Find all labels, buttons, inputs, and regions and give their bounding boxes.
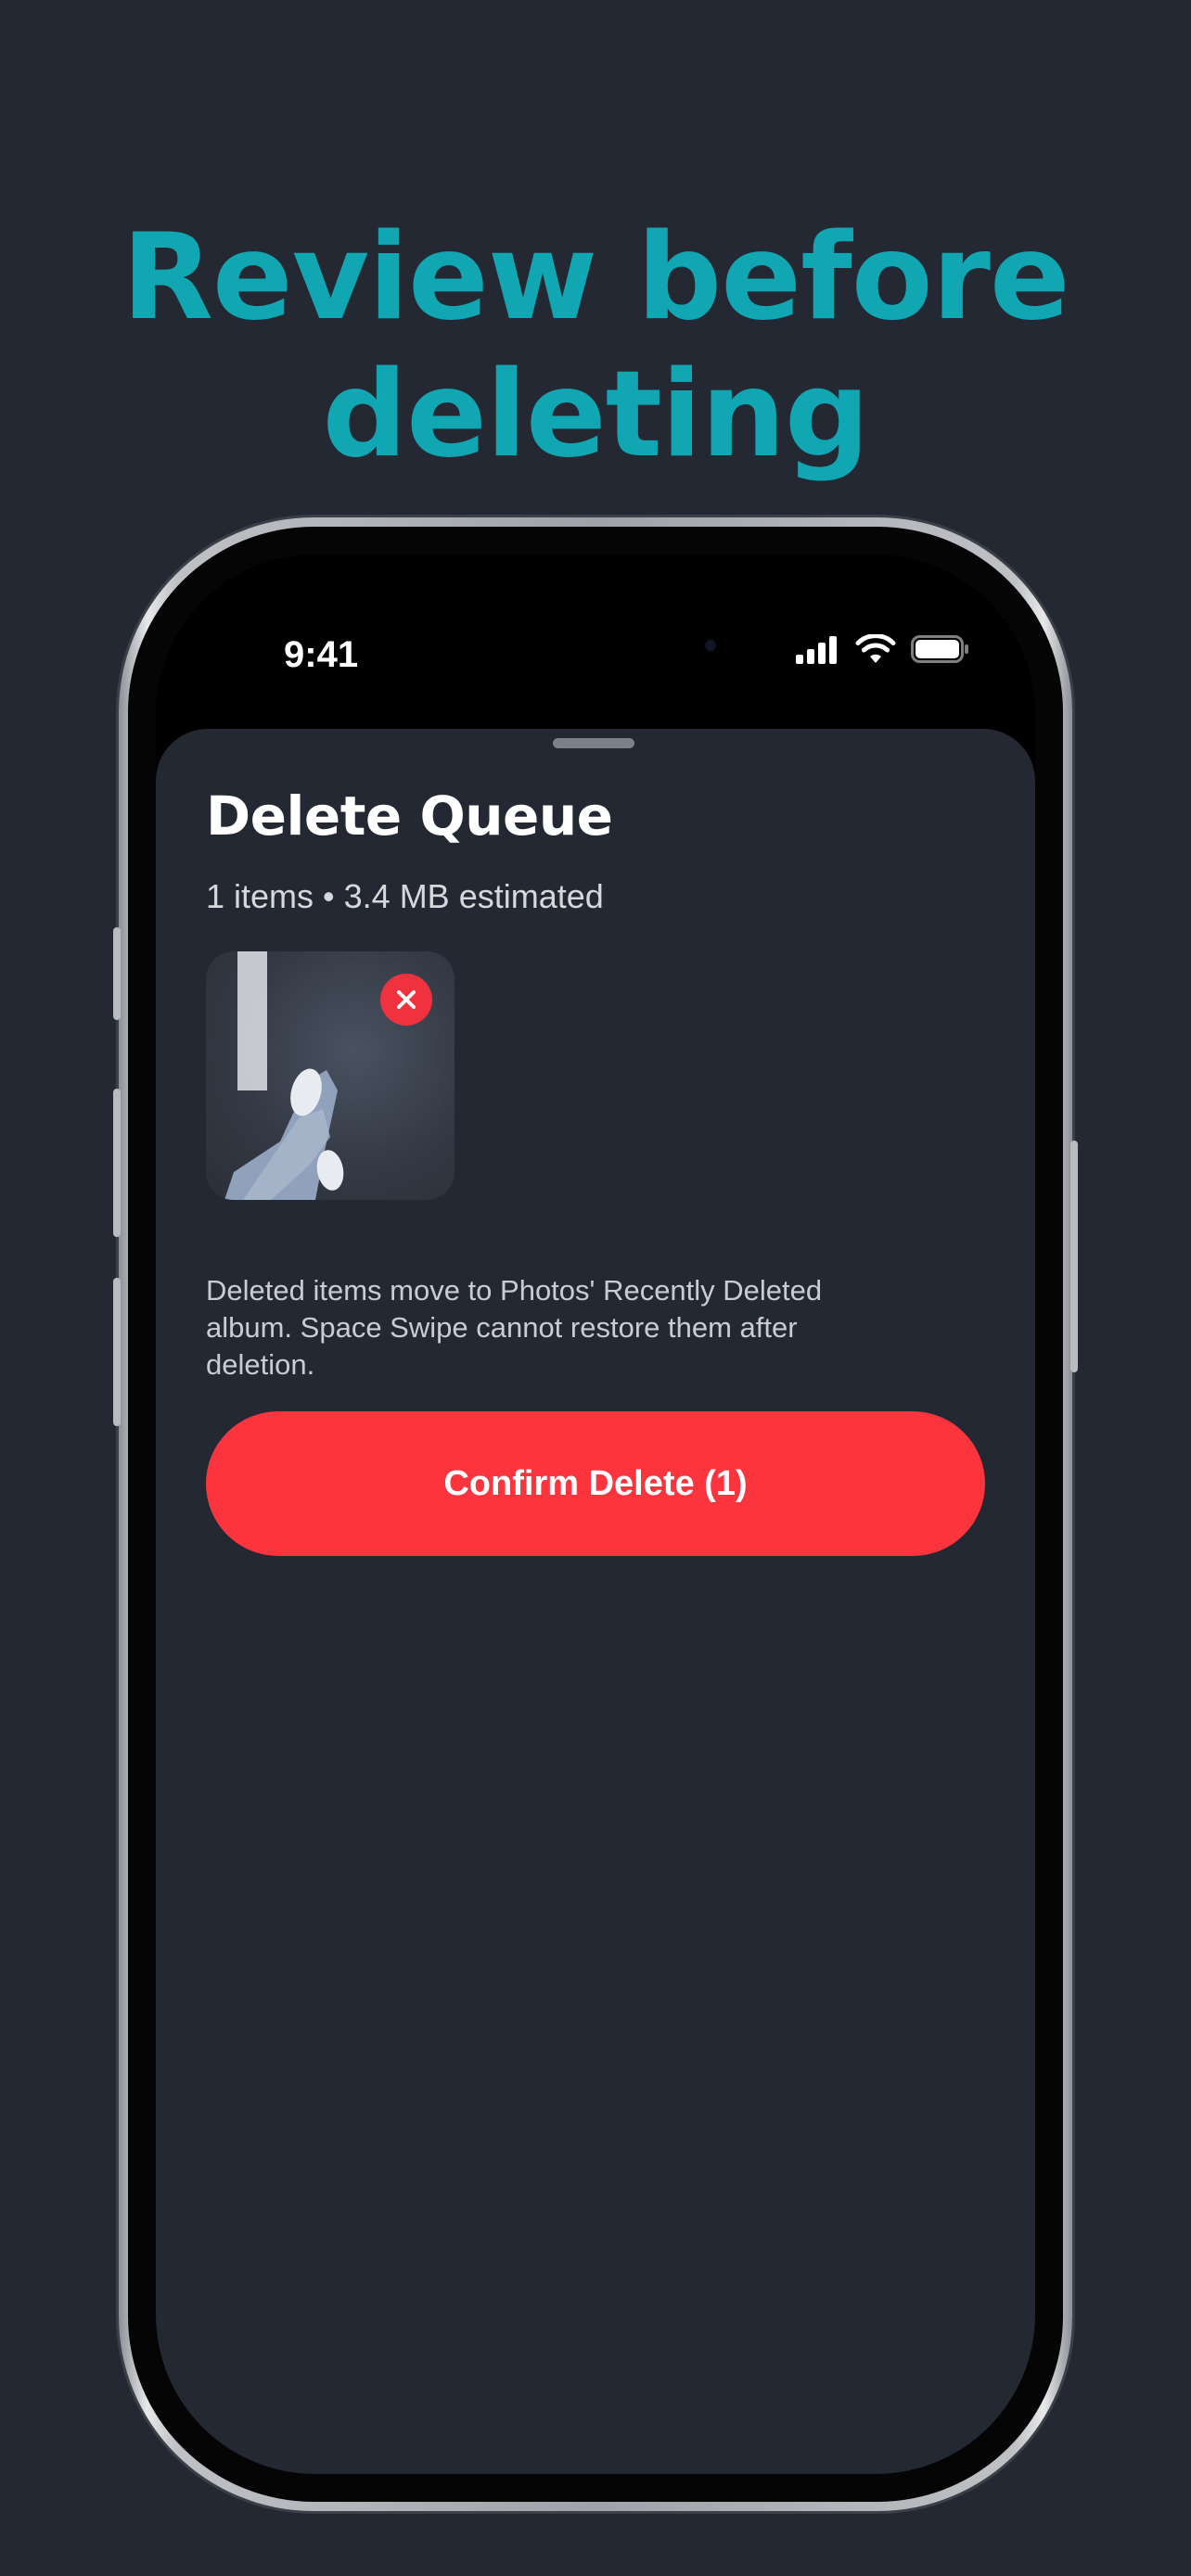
camera-dot <box>705 640 716 651</box>
queued-photo-thumbnail[interactable] <box>206 951 455 1200</box>
sheet-grabber[interactable] <box>553 738 634 748</box>
phone-screen: 9:41 Delete Queue 1 items • 3.4 MB estim… <box>156 555 1035 2474</box>
headline: Review before deleting <box>0 208 1191 484</box>
close-icon <box>397 990 416 1009</box>
dynamic-island <box>484 608 740 684</box>
power-button <box>1070 1141 1078 1372</box>
headline-line-1: Review before <box>122 208 1069 347</box>
volume-down-button <box>113 1278 121 1426</box>
remove-from-queue-button[interactable] <box>380 974 432 1026</box>
phone-bezel: 9:41 Delete Queue 1 items • 3.4 MB estim… <box>128 527 1063 2502</box>
action-button <box>113 927 121 1020</box>
deletion-warning-note: Deleted items move to Photos' Recently D… <box>206 1274 823 1381</box>
cellular-signal-icon <box>796 634 839 664</box>
sheet-title: Delete Queue <box>206 784 613 848</box>
confirm-delete-button[interactable]: Confirm Delete (1) <box>206 1411 985 1556</box>
phone-frame: 9:41 Delete Queue 1 items • 3.4 MB estim… <box>113 517 1078 2511</box>
status-time: 9:41 <box>284 634 359 675</box>
volume-up-button <box>113 1089 121 1237</box>
battery-icon <box>911 635 968 663</box>
queue-summary: 1 items • 3.4 MB estimated <box>206 877 604 915</box>
delete-queue-sheet: Delete Queue 1 items • 3.4 MB estimated <box>156 729 1035 2474</box>
wifi-icon <box>855 634 896 663</box>
headline-line-2: deleting <box>322 345 870 484</box>
